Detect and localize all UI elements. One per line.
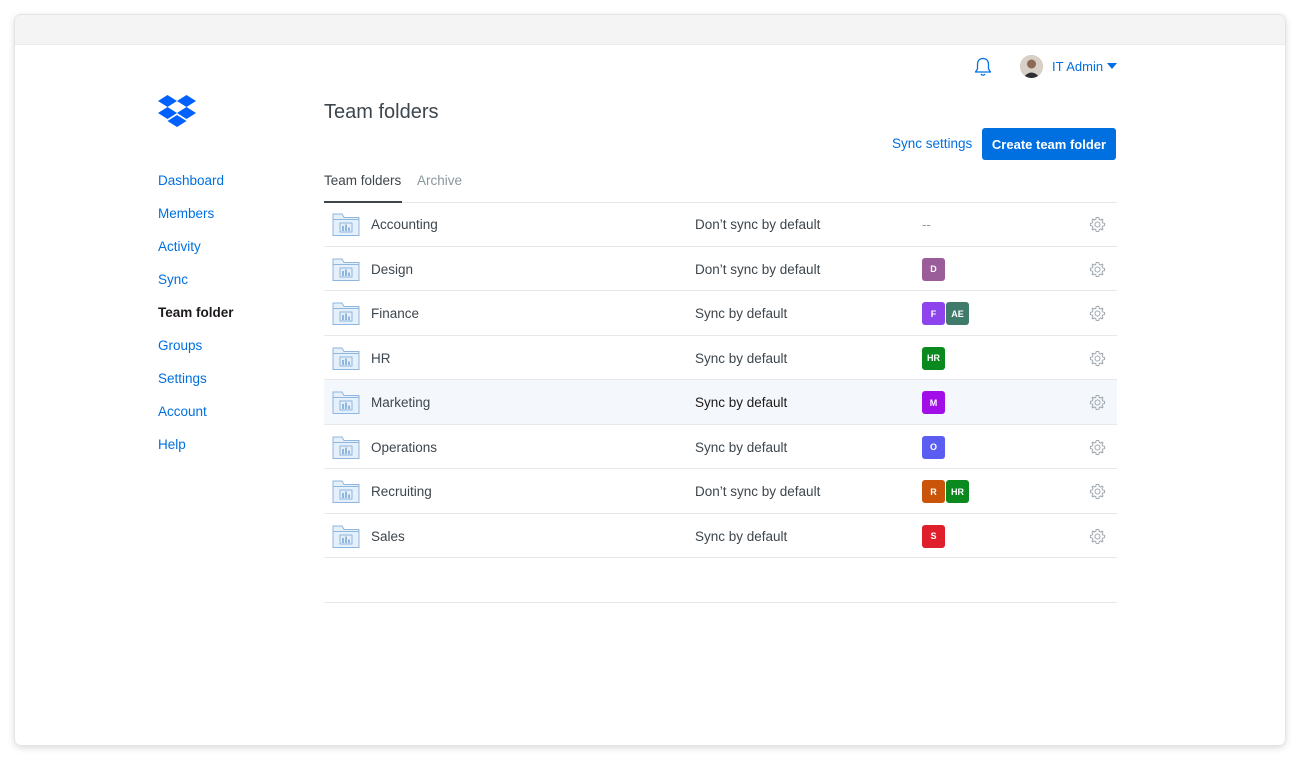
group-badge[interactable]: D (922, 257, 945, 281)
tab-bar: Team folders Archive (324, 173, 1117, 203)
gear-icon[interactable] (1089, 483, 1106, 500)
sidebar-item-groups[interactable]: Groups (158, 337, 234, 370)
table-row[interactable]: Accounting Don’t sync by default -- (324, 202, 1117, 247)
divider (324, 602, 1117, 603)
user-menu-name[interactable]: IT Admin (1052, 59, 1103, 74)
folder-name[interactable]: Recruiting (371, 484, 432, 499)
create-team-folder-button[interactable]: Create team folder (982, 128, 1116, 160)
team-folder-icon (332, 434, 360, 460)
group-badge[interactable]: F (922, 302, 945, 325)
sync-settings-link[interactable]: Sync settings (892, 136, 972, 151)
sidebar-item-help[interactable]: Help (158, 436, 234, 469)
team-folder-icon (332, 211, 360, 237)
tab-team-folders[interactable]: Team folders (324, 173, 402, 203)
no-groups-placeholder: -- (922, 217, 931, 232)
table-row[interactable]: Operations Sync by default O (324, 425, 1117, 469)
sync-status: Sync by default (695, 306, 788, 321)
gear-icon[interactable] (1089, 528, 1106, 545)
group-badge[interactable]: AE (946, 302, 969, 325)
sidebar-item-sync[interactable]: Sync (158, 271, 234, 304)
bell-icon[interactable] (973, 56, 993, 78)
folder-name[interactable]: Operations (371, 440, 437, 455)
group-badges: O (922, 435, 946, 459)
sidebar-item-settings[interactable]: Settings (158, 370, 234, 403)
team-folder-icon (332, 389, 360, 415)
table-row[interactable]: Marketing Sync by default M (324, 380, 1117, 425)
gear-icon[interactable] (1089, 439, 1106, 456)
team-folder-icon (332, 300, 360, 326)
table-row[interactable]: Finance Sync by default F AE (324, 291, 1117, 336)
group-badges: D (922, 257, 946, 281)
group-badge[interactable]: M (922, 391, 945, 414)
avatar[interactable] (1020, 55, 1043, 78)
folder-name[interactable]: Design (371, 262, 413, 277)
team-folder-icon (332, 478, 360, 504)
team-folder-icon (332, 523, 360, 549)
sidebar-item-activity[interactable]: Activity (158, 238, 234, 271)
page-title: Team folders (324, 101, 439, 123)
team-folders-table: Accounting Don’t sync by default -- Design D… (324, 202, 1117, 558)
group-badges: F AE (922, 302, 970, 325)
sync-status: Sync by default (695, 528, 788, 544)
dropbox-logo[interactable] (158, 95, 196, 131)
table-row[interactable]: Sales Sync by default S (324, 514, 1117, 558)
folder-name[interactable]: Finance (371, 306, 419, 321)
group-badges: R HR (922, 480, 970, 503)
sync-status: Sync by default (695, 439, 788, 455)
gear-icon[interactable] (1089, 350, 1106, 367)
sync-status: Don’t sync by default (695, 484, 821, 499)
table-row[interactable]: Recruiting Don’t sync by default R HR (324, 469, 1117, 514)
gear-icon[interactable] (1089, 394, 1106, 411)
gear-icon[interactable] (1089, 216, 1106, 233)
sidebar-nav: Dashboard Members Activity Sync Team fol… (158, 172, 234, 469)
group-badge[interactable]: S (922, 524, 945, 548)
group-badge[interactable]: HR (946, 480, 969, 503)
table-row[interactable]: Design Don’t sync by default D (324, 247, 1117, 291)
sync-status: Sync by default (695, 350, 788, 366)
table-row[interactable]: HR Sync by default HR (324, 336, 1117, 380)
tab-archive[interactable]: Archive (417, 173, 462, 202)
gear-icon[interactable] (1089, 261, 1106, 278)
group-badges: M (922, 391, 946, 414)
sidebar-item-members[interactable]: Members (158, 205, 234, 238)
caret-down-icon[interactable] (1107, 63, 1117, 69)
group-badge[interactable]: HR (922, 346, 945, 370)
folder-name[interactable]: Accounting (371, 217, 438, 232)
window-titlebar (15, 15, 1285, 45)
sidebar-item-account[interactable]: Account (158, 403, 234, 436)
sync-status: Sync by default (695, 395, 788, 410)
gear-icon[interactable] (1089, 305, 1106, 322)
group-badges: S (922, 524, 946, 548)
team-folder-icon (332, 345, 360, 371)
app-window: IT Admin Dashboard Members Activity Sync… (15, 15, 1285, 745)
folder-name[interactable]: Marketing (371, 395, 430, 410)
sidebar-item-team-folder[interactable]: Team folder (158, 304, 234, 337)
folder-name[interactable]: HR (371, 351, 391, 366)
sync-status: Don’t sync by default (695, 217, 821, 232)
team-folder-icon (332, 256, 360, 282)
group-badge[interactable]: O (922, 435, 945, 459)
group-badge[interactable]: R (922, 480, 945, 503)
folder-name[interactable]: Sales (371, 529, 405, 544)
sidebar-item-dashboard[interactable]: Dashboard (158, 172, 234, 205)
sync-status: Don’t sync by default (695, 261, 821, 277)
group-badges: HR (922, 346, 946, 370)
